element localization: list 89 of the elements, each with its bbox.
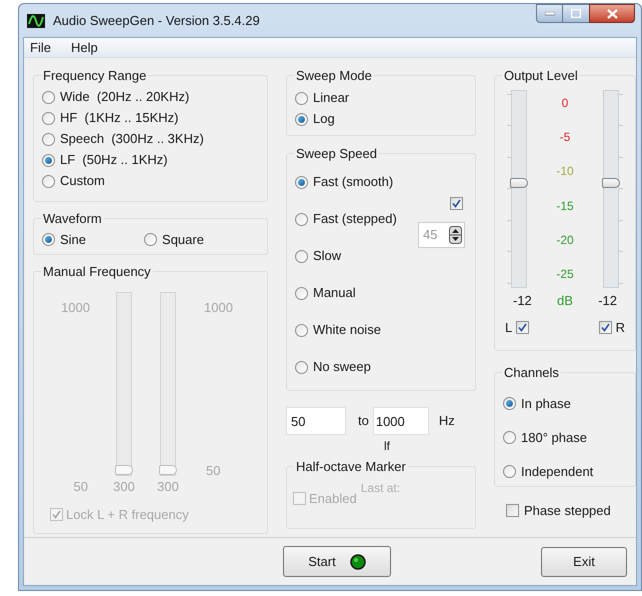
option-label: Log bbox=[313, 110, 335, 128]
scale-label: 0 bbox=[562, 94, 568, 112]
option-label: Manual bbox=[313, 284, 356, 302]
option-label: Slow bbox=[313, 247, 342, 266]
option-label: Fast (stepped) bbox=[313, 210, 397, 228]
slider-thumb[interactable] bbox=[510, 178, 528, 188]
status-led-icon bbox=[350, 554, 366, 570]
scale-label: -5 bbox=[560, 128, 570, 146]
checkbox-label: R bbox=[616, 319, 625, 337]
scale-label: -20 bbox=[556, 232, 574, 250]
minimize-button[interactable] bbox=[536, 4, 563, 23]
scale-label: -15 bbox=[556, 198, 574, 215]
close-icon bbox=[606, 8, 618, 18]
group-title: Channels bbox=[503, 364, 560, 382]
field-label: Last at: bbox=[360, 480, 400, 496]
exit-button[interactable]: Exit bbox=[541, 547, 627, 577]
option-label: Square bbox=[162, 230, 204, 249]
group-title: Sweep Mode bbox=[295, 67, 373, 85]
scale-label: 50 bbox=[74, 478, 89, 496]
mode-label: lf bbox=[384, 438, 390, 455]
app-icon bbox=[27, 14, 45, 28]
checkbox-label: Phase stepped bbox=[524, 502, 611, 520]
unit-label: dB bbox=[557, 292, 573, 310]
group-title: Frequency Range bbox=[42, 67, 148, 85]
close-button[interactable] bbox=[589, 4, 635, 23]
option-label: Wide (20Hz .. 20KHz) bbox=[60, 88, 190, 106]
option-label: LF (50Hz .. 1KHz) bbox=[60, 151, 168, 170]
window-title: Audio SweepGen - Version 3.5.4.29 bbox=[53, 12, 260, 30]
unit-label: Hz bbox=[438, 412, 455, 430]
input-field[interactable]: 50 bbox=[286, 407, 346, 435]
scale-label: -10 bbox=[556, 163, 574, 180]
scale-label: -25 bbox=[556, 266, 574, 284]
checkbox-label: L bbox=[505, 319, 512, 337]
radio-button[interactable] bbox=[295, 212, 308, 226]
option-label: HF (1KHz .. 15KHz) bbox=[60, 109, 178, 128]
start-button[interactable]: Start bbox=[283, 546, 391, 577]
option-label: 180° phase bbox=[521, 428, 587, 447]
checkbox-label: Enabled bbox=[309, 490, 357, 508]
range-separator: to bbox=[358, 412, 369, 430]
radio-button[interactable] bbox=[295, 324, 308, 336]
radio-button[interactable] bbox=[42, 174, 55, 188]
radio-button[interactable] bbox=[503, 465, 516, 478]
radio-button[interactable] bbox=[295, 112, 308, 126]
group-title: Output Level bbox=[503, 67, 579, 85]
radio-button[interactable] bbox=[295, 92, 308, 104]
level-reading: -12 bbox=[598, 292, 617, 310]
slider-thumb[interactable] bbox=[602, 178, 620, 188]
menu-item[interactable]: File bbox=[27, 38, 54, 58]
checkbox[interactable] bbox=[450, 196, 463, 210]
radio-button[interactable] bbox=[295, 250, 308, 262]
radio-button[interactable] bbox=[295, 176, 308, 188]
option-label: Custom bbox=[60, 172, 105, 190]
scale-label: 1000 bbox=[61, 298, 90, 316]
option-label: Independent bbox=[521, 462, 594, 481]
radio-button[interactable] bbox=[42, 132, 55, 146]
slider-value: 300 bbox=[113, 478, 135, 496]
maximize-icon bbox=[571, 9, 581, 18]
minimize-icon bbox=[544, 12, 554, 16]
group-title: Half-octave Marker bbox=[295, 458, 407, 476]
radio-button[interactable] bbox=[503, 431, 516, 444]
input-field[interactable]: 1000 bbox=[372, 407, 429, 435]
option-label: No sweep bbox=[313, 358, 371, 376]
group-title: Manual Frequency bbox=[42, 263, 152, 281]
option-label: Speech (300Hz .. 3KHz) bbox=[60, 130, 204, 148]
radio-button[interactable] bbox=[295, 360, 308, 374]
option-label: Sine bbox=[60, 230, 86, 249]
level-reading: -12 bbox=[513, 292, 532, 310]
radio-button[interactable] bbox=[42, 154, 55, 166]
scale-label: 1000 bbox=[204, 298, 234, 316]
checkbox-label: Lock L + R frequency bbox=[66, 506, 189, 524]
option-label: White noise bbox=[313, 321, 381, 340]
menu-item[interactable]: Help bbox=[68, 38, 101, 58]
checkbox[interactable] bbox=[598, 321, 612, 334]
group-title: Sweep Speed bbox=[295, 145, 378, 163]
maximize-button[interactable] bbox=[563, 4, 589, 23]
radio-button[interactable] bbox=[295, 286, 308, 300]
radio-button[interactable] bbox=[144, 233, 158, 246]
radio-button[interactable] bbox=[42, 112, 55, 124]
option-label: Linear bbox=[313, 89, 350, 108]
radio-button[interactable] bbox=[42, 90, 55, 104]
radio-button[interactable] bbox=[503, 397, 516, 410]
option-label: In phase bbox=[521, 394, 571, 413]
checkbox[interactable] bbox=[516, 321, 530, 334]
slider-value: 300 bbox=[157, 478, 179, 496]
option-label: Fast (smooth) bbox=[313, 173, 394, 192]
checkbox[interactable] bbox=[506, 504, 519, 518]
scale-label: 50 bbox=[205, 462, 222, 480]
radio-button[interactable] bbox=[42, 233, 55, 246]
group-title: Waveform bbox=[42, 210, 103, 228]
